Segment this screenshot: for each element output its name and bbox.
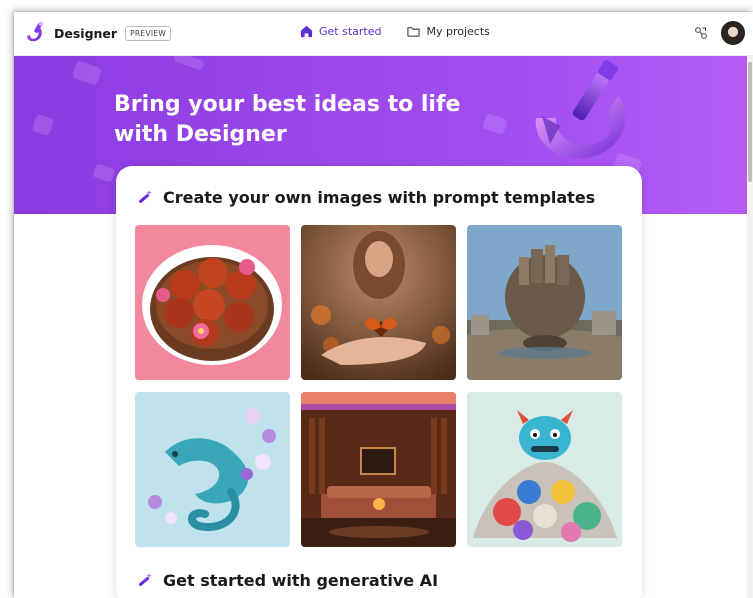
magic-wand-icon [138,189,152,203]
share-icon[interactable] [693,25,709,41]
monster-clothes-image [467,392,622,547]
floating-city-image [467,225,622,380]
nav-my-projects[interactable]: My projects [407,25,490,38]
home-icon [300,25,313,38]
template-grid [135,225,622,547]
prompt-templates-card: Create your own images with prompt templ… [116,166,642,598]
generative-ai-heading: Get started with generative AI [163,571,439,590]
decor-shape [31,113,55,137]
magic-wand-icon [138,572,152,586]
paper-iguana-image [135,392,290,547]
sweets-bowl-image [135,225,290,380]
nav-my-projects-label: My projects [426,25,490,38]
designer-brush-icon [535,60,626,159]
living-room-image [301,392,456,547]
prompt-templates-header: Create your own images with prompt templ… [136,188,595,207]
template-tile-paper-iguana[interactable] [135,392,290,547]
template-tile-sweets-bowl[interactable] [135,225,290,380]
template-tile-butterfly-hand[interactable] [301,225,456,380]
app-window: Designer PREVIEW Get started My projects [14,12,753,598]
top-right-controls [693,21,745,45]
designer-logo-icon [27,22,44,42]
prompt-templates-heading: Create your own images with prompt templ… [163,188,596,207]
brand-name: Designer [54,25,118,41]
generative-ai-header: Get started with generative AI [136,571,438,590]
hero-title: Bring your best ideas to life with Desig… [114,92,461,147]
page-scrollbar[interactable] [747,56,753,598]
nav-get-started[interactable]: Get started [300,25,381,38]
butterfly-hand-image [301,225,456,380]
template-tile-monster-clothes[interactable] [467,392,622,547]
template-tile-floating-city[interactable] [467,225,622,380]
folder-icon [407,27,421,37]
scroll-thumb[interactable] [748,62,752,182]
template-tile-living-room[interactable] [301,392,456,547]
decor-shape [71,60,103,86]
top-nav-bar: Designer PREVIEW Get started My projects [14,12,753,56]
decor-shape [92,163,116,183]
user-avatar[interactable] [721,21,745,45]
nav-get-started-label: Get started [319,25,382,38]
main-nav: Get started My projects [300,25,516,38]
decor-shape [173,56,205,71]
decor-shape [481,112,509,136]
brand[interactable]: Designer PREVIEW [24,22,172,44]
preview-badge: PREVIEW [125,25,172,41]
